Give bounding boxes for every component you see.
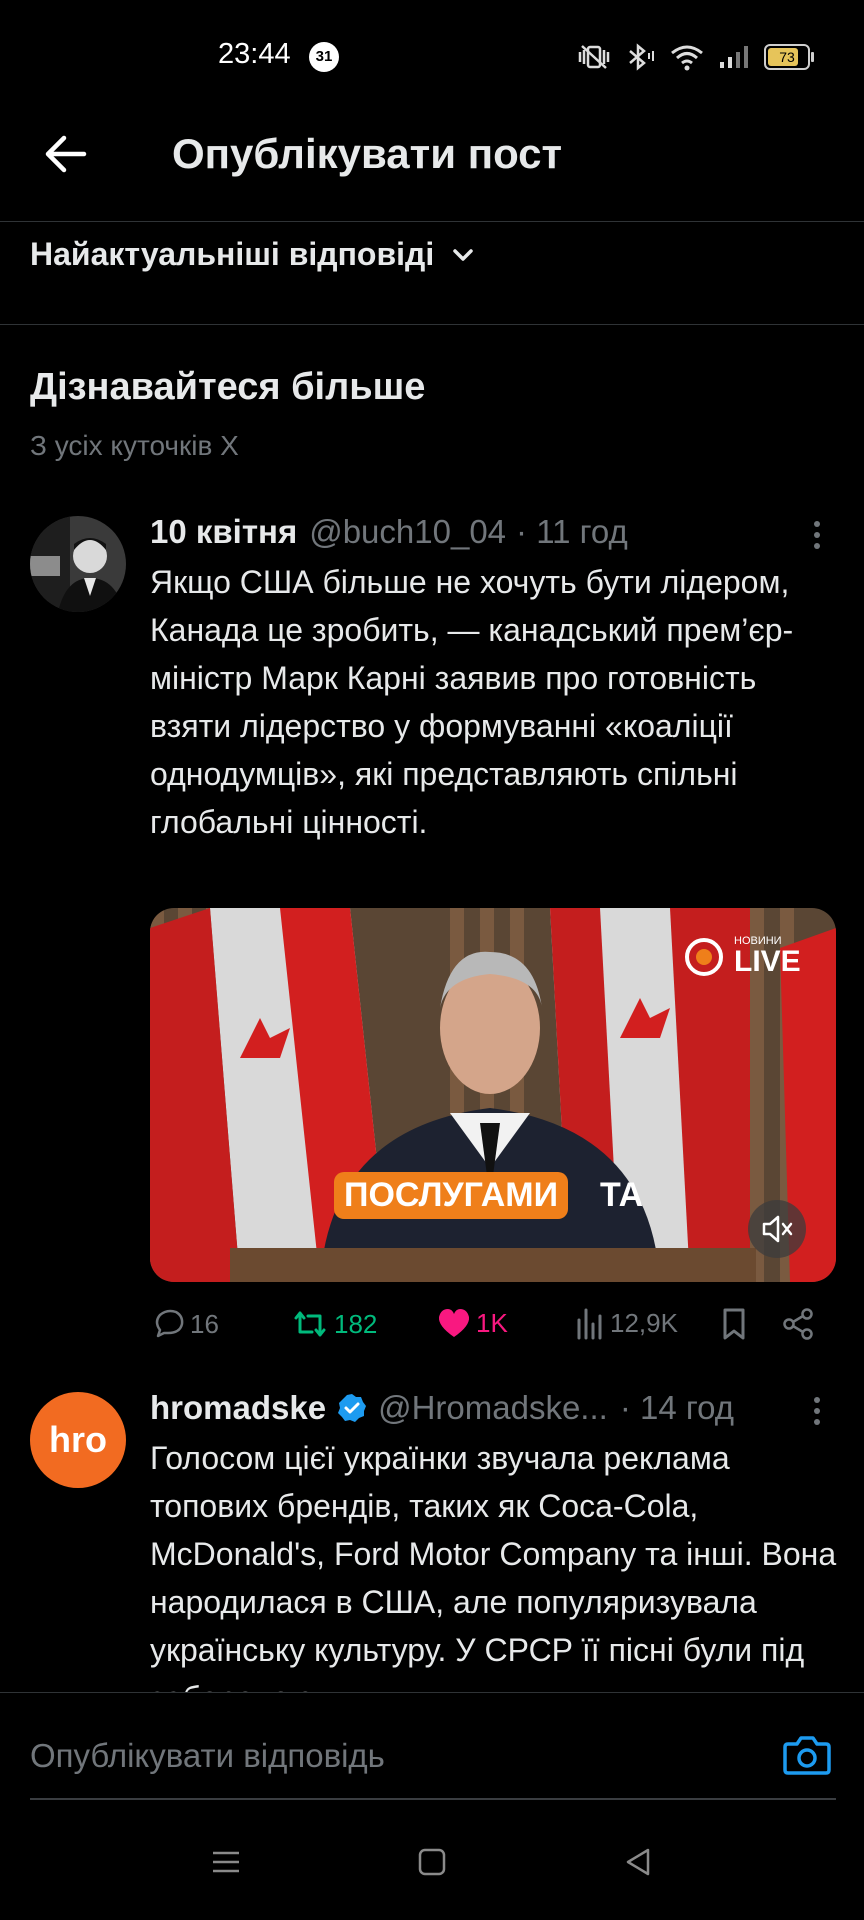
- bluetooth-icon: [629, 43, 654, 71]
- more-icon[interactable]: [802, 1392, 832, 1432]
- bookmark-button[interactable]: [718, 1306, 750, 1342]
- live-logo-icon: [685, 937, 723, 976]
- tweet-time: · 11 год: [516, 513, 628, 550]
- battery-indicator: 73: [764, 44, 814, 70]
- reply-button[interactable]: 16: [150, 1306, 219, 1342]
- tweet-text: Голосом цієї українки звучала реклама то…: [150, 1440, 837, 1692]
- repost-count: 182: [334, 1308, 378, 1339]
- page-title: Опублікувати пост: [172, 130, 563, 177]
- signal-icon: [720, 46, 748, 68]
- author-handle[interactable]: @buch10_04: [309, 513, 506, 551]
- share-button[interactable]: [780, 1306, 816, 1342]
- video-caption: ПОСЛУГАМИ: [334, 1172, 569, 1219]
- tweet-header: 10 квітня @buch10_04 · 11 год: [150, 512, 628, 552]
- sort-label: Найактуальніші відповіді: [30, 236, 435, 272]
- reply-input[interactable]: Опублікувати відповідь: [30, 1737, 385, 1775]
- channel-label: LIVE: [734, 945, 801, 978]
- avatar[interactable]: hro: [30, 1392, 126, 1488]
- verified-icon: [338, 1394, 367, 1422]
- author-name[interactable]: 10 квітня: [150, 513, 297, 551]
- heart-icon: [438, 1309, 470, 1337]
- avatar-text: hro: [49, 1419, 107, 1460]
- repost-icon: [294, 1311, 326, 1337]
- mute-button[interactable]: [748, 1200, 806, 1258]
- tweet-time: · 14 год: [619, 1389, 735, 1426]
- more-icon[interactable]: [802, 516, 832, 556]
- like-button[interactable]: 1K: [436, 1306, 508, 1340]
- vibrate-off-icon: [578, 45, 610, 69]
- status-time: 23:44: [218, 38, 291, 70]
- reply-count: 16: [190, 1308, 219, 1339]
- chevron-down-icon: [453, 248, 473, 261]
- menu-icon[interactable]: [210, 1846, 242, 1878]
- repost-button[interactable]: 182: [290, 1306, 377, 1342]
- bookmark-icon: [723, 1308, 745, 1340]
- mute-icon: [762, 1215, 793, 1243]
- reply-icon: [155, 1309, 184, 1338]
- avatar-photo: [30, 516, 126, 612]
- author-name[interactable]: hromadske: [150, 1389, 326, 1427]
- header-divider: [0, 221, 864, 222]
- video-caption-tail: ТА: [600, 1176, 644, 1214]
- sort-replies-dropdown[interactable]: Найактуальніші відповіді: [30, 236, 476, 273]
- camera-icon[interactable]: [782, 1732, 832, 1778]
- back-nav-icon[interactable]: [622, 1846, 654, 1878]
- sort-divider: [0, 324, 864, 325]
- share-icon: [783, 1308, 813, 1340]
- discover-title: Дізнавайтеся більше: [30, 366, 426, 408]
- like-count: 1K: [476, 1307, 508, 1338]
- avatar[interactable]: [30, 516, 126, 612]
- back-arrow-icon[interactable]: [40, 128, 92, 180]
- channel-logo: НОВИНИ LIVE: [684, 936, 801, 977]
- tweet-actions: 16 182 1K 12,9K: [150, 1306, 840, 1346]
- status-icons: 73: [576, 40, 814, 74]
- tweet-text: Якщо США більше не хочуть бути лідером, …: [150, 564, 794, 840]
- discover-subtitle: З усіх куточків X: [30, 430, 239, 461]
- author-handle[interactable]: @Hromadske...: [378, 1389, 608, 1427]
- views-button[interactable]: 12,9K: [574, 1306, 678, 1340]
- views-icon: [577, 1308, 602, 1340]
- composer-divider: [0, 1692, 864, 1693]
- home-icon[interactable]: [416, 1846, 448, 1878]
- reply-underline: [30, 1798, 836, 1800]
- wifi-icon: [671, 45, 703, 71]
- status-bar: 23:44 31 73: [0, 0, 864, 110]
- tweet-header: hromadske @Hromadske... · 14 год: [150, 1388, 734, 1428]
- views-count: 12,9K: [610, 1307, 678, 1338]
- calendar-badge: 31: [309, 42, 339, 72]
- system-nav-bar: [0, 1838, 864, 1898]
- tweet-video[interactable]: ПОСЛУГАМИ ТА НОВИНИ LIVE: [150, 908, 836, 1282]
